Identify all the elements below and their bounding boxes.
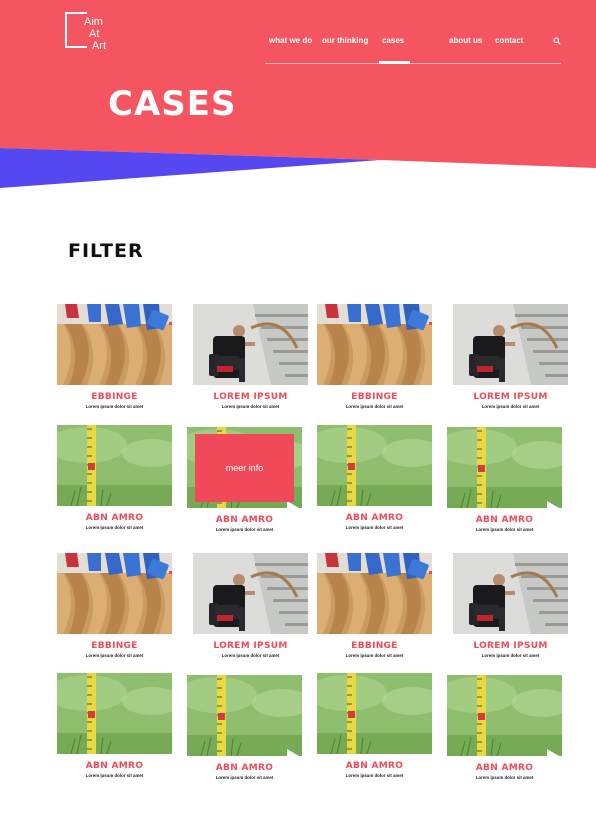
case-subtitle: Lorem ipsum dolor sit amet [481, 653, 540, 658]
case-title: LOREM IPSUM [213, 392, 288, 402]
case-card[interactable]: ABN AMRO Lorem ipsum dolor sit amet [447, 675, 565, 793]
logo-word: At [89, 28, 100, 40]
nav-item-about-us[interactable]: about us [449, 36, 482, 45]
case-card[interactable]: EBBINGE Lorem ipsum dolor sit amet [57, 553, 175, 671]
case-title: LOREM IPSUM [473, 392, 548, 402]
search-icon[interactable] [553, 37, 561, 45]
main-nav: what we do our thinking cases about us c… [265, 36, 561, 66]
case-card[interactable]: meer info ABN AMRO Lorem ipsum dolor sit a… [187, 427, 305, 545]
case-subtitle: Lorem ipsum dolor sit amet [475, 527, 534, 532]
case-card[interactable]: LOREM IPSUM Lorem ipsum dolor sit amet [193, 553, 311, 671]
case-title: ABN AMRO [475, 763, 534, 773]
corner-fold-icon [287, 501, 299, 508]
case-subtitle: Lorem ipsum dolor sit amet [85, 773, 144, 778]
case-title: LOREM IPSUM [473, 641, 548, 651]
case-thumbnail [193, 553, 308, 634]
case-card[interactable]: ABN AMRO Lorem ipsum dolor sit amet [57, 425, 175, 543]
case-title: ABN AMRO [85, 513, 144, 523]
case-card[interactable]: ABN AMRO Lorem ipsum dolor sit amet [187, 675, 305, 793]
case-thumbnail [193, 304, 308, 385]
case-subtitle: Lorem ipsum dolor sit amet [221, 404, 280, 409]
case-thumbnail [57, 425, 172, 506]
case-thumbnail [447, 675, 562, 756]
nav-item-our-thinking[interactable]: our thinking [322, 36, 368, 45]
case-thumbnail [453, 304, 568, 385]
case-subtitle: Lorem ipsum dolor sit amet [85, 404, 144, 409]
case-title: EBBINGE [91, 392, 138, 402]
case-title: EBBINGE [351, 392, 398, 402]
case-card[interactable]: EBBINGE Lorem ipsum dolor sit amet [317, 553, 435, 671]
case-title: ABN AMRO [215, 515, 274, 525]
case-subtitle: Lorem ipsum dolor sit amet [475, 775, 534, 780]
case-subtitle: Lorem ipsum dolor sit amet [85, 525, 144, 530]
case-subtitle: Lorem ipsum dolor sit amet [85, 653, 144, 658]
case-thumbnail [57, 304, 172, 385]
case-subtitle: Lorem ipsum dolor sit amet [345, 525, 404, 530]
case-thumbnail [317, 553, 432, 634]
logo-word: Aim [84, 16, 103, 28]
case-subtitle: Lorem ipsum dolor sit amet [481, 404, 540, 409]
logo[interactable]: Aim At Art [65, 12, 115, 54]
nav-divider [265, 63, 561, 64]
case-thumbnail [57, 673, 172, 754]
case-title: ABN AMRO [345, 513, 404, 523]
case-thumbnail [447, 427, 562, 508]
case-title: ABN AMRO [215, 763, 274, 773]
logo-word: Art [92, 40, 107, 52]
case-card[interactable]: ABN AMRO Lorem ipsum dolor sit amet [447, 427, 565, 545]
case-card[interactable]: LOREM IPSUM Lorem ipsum dolor sit amet [193, 304, 311, 422]
corner-fold-icon [547, 501, 559, 508]
case-subtitle: Lorem ipsum dolor sit amet [345, 653, 404, 658]
case-card[interactable]: EBBINGE Lorem ipsum dolor sit amet [57, 304, 175, 422]
case-thumbnail: meer info [187, 427, 302, 508]
case-card[interactable]: EBBINGE Lorem ipsum dolor sit amet [317, 304, 435, 422]
case-card[interactable]: LOREM IPSUM Lorem ipsum dolor sit amet [453, 304, 571, 422]
case-title: ABN AMRO [345, 761, 404, 771]
case-subtitle: Lorem ipsum dolor sit amet [215, 527, 274, 532]
filter-toggle[interactable]: FILTER [68, 240, 144, 262]
case-title: ABN AMRO [475, 515, 534, 525]
case-card[interactable]: LOREM IPSUM Lorem ipsum dolor sit amet [453, 553, 571, 671]
case-title: EBBINGE [91, 641, 138, 651]
corner-fold-icon [547, 749, 559, 756]
corner-fold-icon [287, 749, 299, 756]
case-thumbnail [187, 675, 302, 756]
case-card[interactable]: ABN AMRO Lorem ipsum dolor sit amet [57, 673, 175, 791]
case-thumbnail [317, 425, 432, 506]
case-thumbnail [453, 553, 568, 634]
nav-item-cases[interactable]: cases [382, 36, 404, 45]
case-subtitle: Lorem ipsum dolor sit amet [221, 653, 280, 658]
case-subtitle: Lorem ipsum dolor sit amet [345, 404, 404, 409]
case-subtitle: Lorem ipsum dolor sit amet [215, 775, 274, 780]
page-title: CASES [108, 84, 237, 124]
case-title: ABN AMRO [85, 761, 144, 771]
case-card[interactable]: ABN AMRO Lorem ipsum dolor sit amet [317, 673, 435, 791]
nav-item-what-we-do[interactable]: what we do [269, 36, 312, 45]
case-thumbnail [317, 304, 432, 385]
case-subtitle: Lorem ipsum dolor sit amet [345, 773, 404, 778]
case-title: LOREM IPSUM [213, 641, 288, 651]
nav-item-contact[interactable]: contact [495, 36, 523, 45]
case-thumbnail [57, 553, 172, 634]
case-title: EBBINGE [351, 641, 398, 651]
case-thumbnail [317, 673, 432, 754]
more-info-overlay[interactable]: meer info [195, 434, 294, 502]
nav-active-indicator [379, 61, 410, 64]
case-card[interactable]: ABN AMRO Lorem ipsum dolor sit amet [317, 425, 435, 543]
